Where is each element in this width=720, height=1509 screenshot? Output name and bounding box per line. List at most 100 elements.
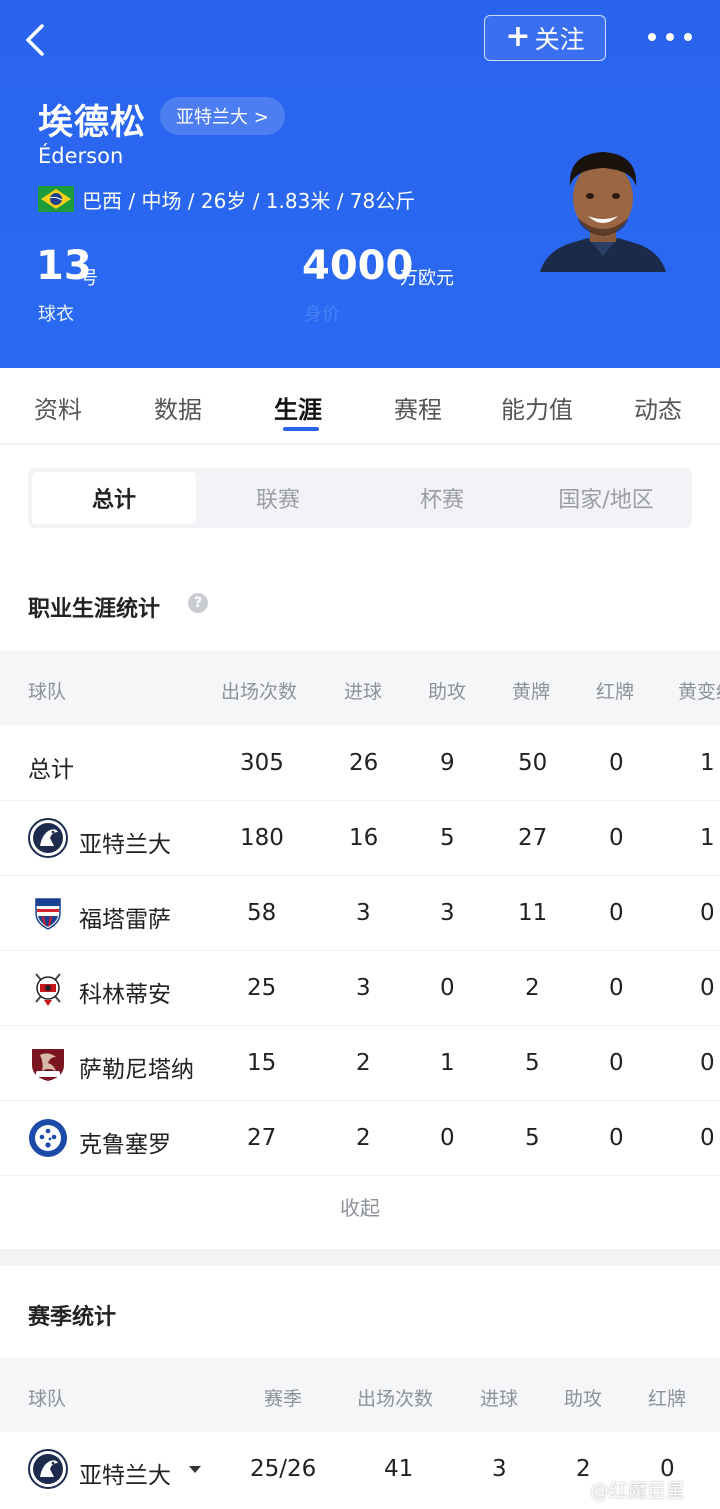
tab-profile[interactable]: 资料 [34,390,82,425]
yellow-value: 2 [525,975,540,1001]
team-name: 科林蒂安 [79,982,171,1008]
help-icon[interactable]: ? [188,593,208,613]
team-name: 总计 [28,757,74,783]
team-name: 克鲁塞罗 [79,1132,171,1158]
col-assists: 助攻 [428,681,467,703]
apps-value: 180 [240,825,284,851]
table-row[interactable]: 总计 305 26 9 50 0 1 [0,726,720,801]
salernitana-logo-icon [32,1049,64,1081]
col-assists: 助攻 [564,1388,603,1410]
dropdown-caret-icon[interactable] [189,1466,201,1473]
tab-career[interactable]: 生涯 [274,390,322,425]
apps-value: 41 [384,1456,414,1482]
brazil-flag-icon [38,186,74,212]
goals-value: 26 [349,750,379,776]
apps-value: 15 [247,1050,277,1076]
col-season: 赛季 [264,1388,303,1410]
red-value: 0 [609,750,624,776]
segment-cup[interactable]: 杯赛 [360,472,524,524]
tab-stats[interactable]: 数据 [154,390,202,425]
player-name: 埃德松 [38,103,147,143]
col-red: 红牌 [648,1388,687,1410]
follow-label: 关注 [534,25,585,54]
segment-bar: 总计 联赛 杯赛 国家/地区 [0,445,720,551]
second-yellow-value: 0 [700,1125,715,1151]
red-value: 0 [609,825,624,851]
apps-value: 305 [240,750,284,776]
col-second-yellow: 黄变红 [678,681,720,703]
club-link[interactable]: 亚特兰大 > [160,97,285,135]
shirt-number-unit: 号 [80,268,98,289]
segment-league[interactable]: 联赛 [196,472,360,524]
apps-value: 27 [247,1125,277,1151]
table-row[interactable]: 克鲁塞罗 27 2 0 5 0 0 [0,1101,720,1176]
season-table-header: 球队 赛季 出场次数 进球 助攻 红牌 [0,1358,720,1432]
tab-news[interactable]: 动态 [634,390,682,425]
col-team: 球队 [28,1388,67,1410]
tab-schedule[interactable]: 赛程 [394,390,442,425]
market-value-label: 身价 [304,304,340,325]
season-value: 25/26 [250,1456,317,1482]
season-stats-title: 赛季统计 [28,1305,117,1330]
assists-value: 2 [576,1456,591,1482]
team-name: 萨勒尼塔纳 [79,1057,194,1083]
collapse-button[interactable]: 收起 [0,1192,720,1221]
table-row[interactable]: 福塔雷萨 58 3 3 11 0 0 [0,876,720,951]
plus-icon: + [505,18,531,54]
table-row[interactable]: 亚特兰大 180 16 5 27 0 1 [0,801,720,876]
watermark: @红魔巨星 [590,1480,686,1502]
second-yellow-value: 0 [700,1050,715,1076]
yellow-value: 5 [525,1125,540,1151]
assists-value: 1 [440,1050,455,1076]
follow-button[interactable]: + 关注 [484,15,606,61]
active-tab-indicator [283,427,319,431]
more-options-icon[interactable] [648,22,692,52]
market-value-unit: 万欧元 [400,268,454,289]
atalanta-logo-icon [28,818,68,858]
segment-total[interactable]: 总计 [32,472,196,524]
team-name: 福塔雷萨 [79,907,171,933]
player-header: + 关注 埃德松 亚特兰大 > Éderson 巴西 / 中场 / 26岁 / … [0,0,720,368]
goals-value: 3 [356,900,371,926]
player-info: 巴西 / 中场 / 26岁 / 1.83米 / 78公斤 [82,189,416,213]
segmented-control: 总计 联赛 杯赛 国家/地区 [28,468,692,528]
team-name: 亚特兰大 [79,832,171,858]
player-photo [540,152,666,272]
assists-value: 9 [440,750,455,776]
second-yellow-value: 1 [700,825,715,851]
red-value: 0 [609,1050,624,1076]
col-yellow: 黄牌 [512,681,551,703]
table-row[interactable]: 科林蒂安 25 3 0 2 0 0 [0,951,720,1026]
assists-value: 5 [440,825,455,851]
goals-value: 3 [356,975,371,1001]
assists-value: 3 [440,900,455,926]
career-stats-section: 职业生涯统计 ? 球队 出场次数 进球 助攻 黄牌 红牌 黄变红 总计 305 … [0,551,720,1249]
team-name: 亚特兰大 [79,1463,171,1489]
goals-value: 2 [356,1125,371,1151]
table-row[interactable]: 萨勒尼塔纳 15 2 1 5 0 0 [0,1026,720,1101]
apps-value: 58 [247,900,277,926]
career-table-header: 球队 出场次数 进球 助攻 黄牌 红牌 黄变红 [0,651,720,725]
yellow-value: 50 [518,750,548,776]
red-value: 0 [609,975,624,1001]
second-yellow-value: 1 [700,750,715,776]
col-red: 红牌 [596,681,635,703]
red-value: 0 [609,1125,624,1151]
corinthians-logo-icon [35,973,61,1006]
goals-value: 2 [356,1050,371,1076]
atalanta-logo-icon [28,1449,68,1489]
apps-value: 25 [247,975,277,1001]
tab-ability[interactable]: 能力值 [501,390,573,425]
main-tabs: 资料 数据 生涯 赛程 能力值 动态 [0,368,720,444]
second-yellow-value: 0 [700,975,715,1001]
red-value: 0 [609,900,624,926]
segment-national[interactable]: 国家/地区 [524,472,688,524]
col-goals: 进球 [480,1388,519,1410]
assists-value: 0 [440,1125,455,1151]
shirt-label: 球衣 [38,304,74,325]
col-apps: 出场次数 [221,681,298,703]
back-icon[interactable] [18,18,58,62]
cruzeiro-logo-icon [29,1119,67,1157]
season-stats-section: 赛季统计 球队 赛季 出场次数 进球 助攻 红牌 亚特兰大 25/26 41 3… [0,1266,720,1509]
yellow-value: 5 [525,1050,540,1076]
